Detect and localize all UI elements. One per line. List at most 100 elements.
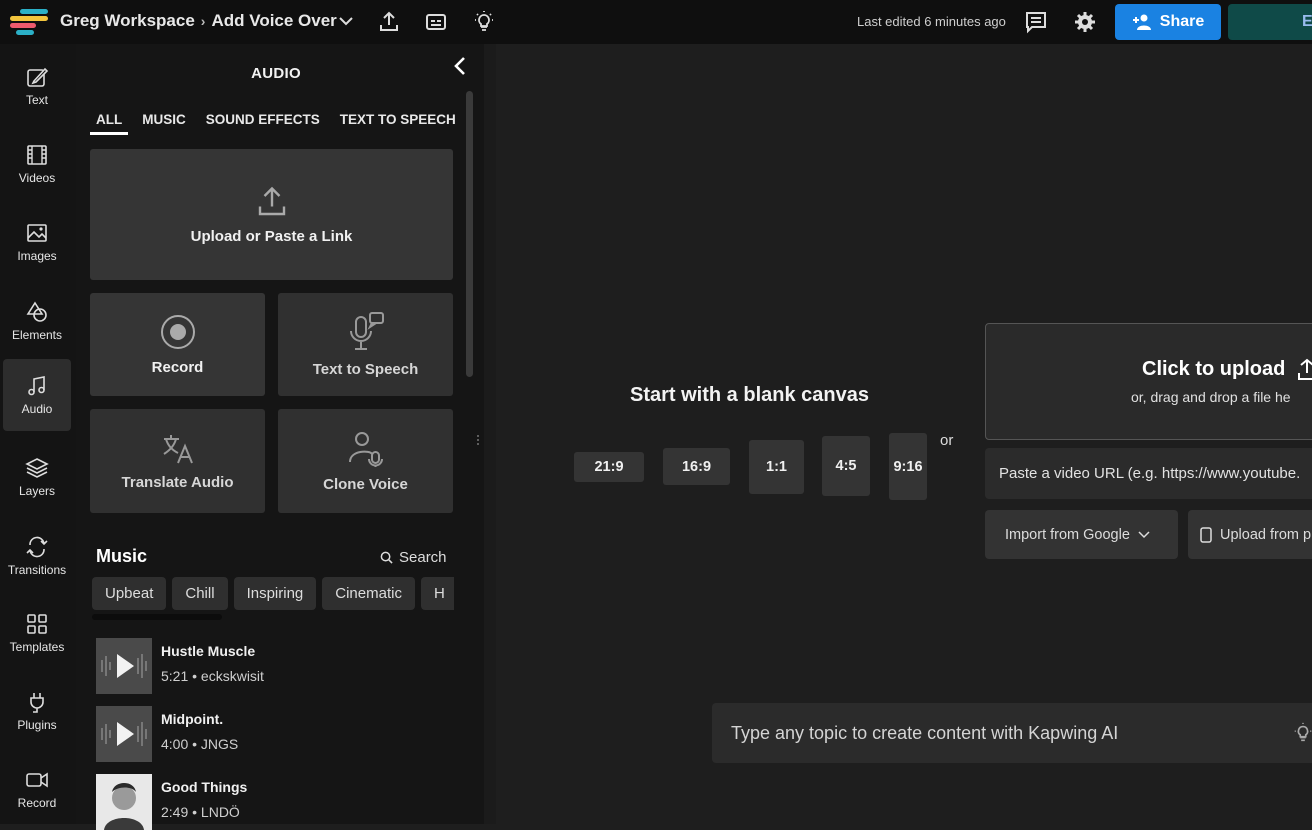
- sidebar-item-label: Images: [17, 249, 57, 263]
- sidebar-item-label: Layers: [18, 484, 56, 498]
- panel-scrollbar[interactable]: [466, 91, 473, 377]
- video-url-input[interactable]: Paste a video URL (e.g. https://www.yout…: [985, 448, 1312, 499]
- sidebar-item-label: Videos: [18, 171, 56, 185]
- upload-icon: [258, 186, 285, 216]
- track-meta: 5:21 • eckskwisit: [161, 668, 264, 684]
- translate-audio-button[interactable]: Translate Audio: [90, 409, 265, 513]
- upload-subtext: or, drag and drop a file he: [1131, 389, 1291, 405]
- clone-voice-label: Clone Voice: [323, 475, 408, 493]
- text-to-speech-button[interactable]: Text to Speech: [278, 293, 453, 396]
- record-icon: [160, 315, 195, 349]
- upload-dropzone[interactable]: Click to upload or, drag and drop a file…: [985, 323, 1312, 440]
- upload-from-label: Upload from p: [1220, 526, 1312, 543]
- gear-icon[interactable]: [1073, 10, 1097, 34]
- or-label: or: [940, 432, 954, 449]
- track-name: Good Things: [161, 779, 248, 795]
- drag-dots-icon: [477, 435, 479, 445]
- panel-title: AUDIO: [251, 65, 301, 82]
- chip-chill[interactable]: Chill: [172, 577, 228, 610]
- record-label: Record: [151, 359, 204, 376]
- tts-label: Text to Speech: [312, 361, 419, 378]
- sidebar-item-record[interactable]: Record: [3, 753, 71, 825]
- chip-cinematic[interactable]: Cinematic: [322, 577, 415, 610]
- share-button[interactable]: Share: [1115, 4, 1221, 40]
- tab-all[interactable]: ALL: [90, 112, 129, 135]
- sidebar-item-layers[interactable]: Layers: [3, 441, 71, 513]
- grid-icon: [27, 614, 47, 634]
- ratio-4-5-button[interactable]: 4:5: [822, 436, 870, 496]
- sidebar-item-label: Elements: [11, 328, 63, 342]
- waveform-play-icon: [101, 722, 147, 746]
- tab-sound-effects[interactable]: SOUND EFFECTS: [200, 112, 326, 135]
- sidebar-item-plugins[interactable]: Plugins: [3, 675, 71, 747]
- ratio-16-9-button[interactable]: 16:9: [663, 448, 730, 485]
- lightbulb-icon[interactable]: [472, 10, 496, 34]
- panel-resize-handle[interactable]: [477, 44, 496, 824]
- breadcrumb-separator: ›: [200, 13, 206, 29]
- sidebar-item-label: Audio: [21, 402, 53, 416]
- sidebar-item-elements[interactable]: Elements: [3, 285, 71, 357]
- ai-prompt-placeholder: Type any topic to create content with Ka…: [731, 723, 1119, 743]
- chip-h[interactable]: H: [420, 577, 454, 610]
- list-item[interactable]: Hustle Muscle 5:21 • eckskwisit: [96, 638, 456, 694]
- audio-panel: AUDIO ALL MUSIC SOUND EFFECTS TEXT TO SP…: [76, 44, 484, 830]
- sidebar-item-label: Templates: [9, 640, 65, 654]
- comment-icon[interactable]: [1024, 10, 1048, 34]
- track-name: Midpoint.: [161, 711, 224, 727]
- search-icon: [380, 551, 393, 564]
- genre-chips: Upbeat Chill Inspiring Cinematic H: [92, 577, 454, 611]
- subtitles-icon[interactable]: [424, 10, 448, 34]
- sidebar-item-label: Record: [17, 796, 57, 810]
- film-icon: [27, 145, 47, 165]
- music-heading: Music: [96, 546, 148, 566]
- chip-inspiring[interactable]: Inspiring: [233, 577, 317, 610]
- chevron-left-icon[interactable]: [451, 56, 469, 76]
- sidebar-item-transitions[interactable]: Transitions: [3, 520, 71, 592]
- ratio-21-9-button[interactable]: 21:9: [574, 452, 644, 482]
- export-button[interactable]: E: [1228, 4, 1312, 40]
- chip-upbeat[interactable]: Upbeat: [92, 577, 167, 610]
- ratio-9-16-button[interactable]: 9:16: [889, 433, 927, 500]
- track-meta: 2:49 • LNDÖ: [161, 804, 240, 820]
- chips-scrollbar[interactable]: [92, 614, 222, 620]
- sidebar-item-templates[interactable]: Templates: [3, 597, 71, 669]
- chevron-down-icon[interactable]: [338, 13, 354, 29]
- share-label: Share: [1159, 13, 1205, 30]
- layers-icon: [25, 458, 49, 478]
- tab-music[interactable]: MUSIC: [136, 112, 192, 135]
- sidebar-item-text[interactable]: Text: [3, 50, 71, 122]
- upload-icon[interactable]: [377, 10, 401, 34]
- breadcrumb: Greg Workspace › Add Voice Over: [60, 11, 337, 31]
- ratio-1-1-button[interactable]: 1:1: [749, 440, 804, 494]
- camera-icon: [26, 772, 48, 788]
- tab-text-to-speech[interactable]: TEXT TO SPEECH: [334, 112, 462, 135]
- ai-prompt-input[interactable]: Type any topic to create content with Ka…: [712, 703, 1312, 763]
- lightbulb-icon[interactable]: [1292, 722, 1312, 744]
- last-edited-status: Last edited 6 minutes ago: [857, 14, 1006, 29]
- chevron-down-icon: [1138, 530, 1150, 538]
- workspace-link[interactable]: Greg Workspace: [60, 11, 195, 30]
- sidebar-item-images[interactable]: Images: [3, 206, 71, 278]
- sidebar-item-videos[interactable]: Videos: [3, 128, 71, 200]
- shapes-icon: [26, 301, 47, 322]
- project-title[interactable]: Add Voice Over: [211, 11, 336, 30]
- upload-audio-button[interactable]: Upload or Paste a Link: [90, 149, 453, 280]
- list-item[interactable]: Good Things 2:49 • LNDÖ: [96, 774, 456, 830]
- list-item[interactable]: Midpoint. 4:00 • JNGS: [96, 706, 456, 762]
- search-label: Search: [399, 549, 447, 566]
- clone-voice-button[interactable]: Clone Voice: [278, 409, 453, 513]
- blank-canvas-title: Start with a blank canvas: [630, 384, 869, 406]
- import-google-button[interactable]: Import from Google: [985, 510, 1178, 559]
- upload-from-phone-button[interactable]: Upload from p: [1188, 510, 1312, 559]
- sidebar-item-label: Plugins: [17, 718, 57, 732]
- microphone-speech-icon: [349, 312, 384, 350]
- kapwing-logo-icon[interactable]: [10, 9, 48, 35]
- sidebar-item-label: Transitions: [7, 563, 67, 577]
- record-button[interactable]: Record: [90, 293, 265, 396]
- left-sidebar: Text Videos Images Elements Audio Layers…: [0, 44, 76, 824]
- image-icon: [27, 224, 47, 242]
- add-person-icon: [1132, 14, 1151, 30]
- music-search-button[interactable]: Search: [380, 549, 447, 566]
- upload-title: Click to upload: [1142, 358, 1286, 380]
- sidebar-item-audio[interactable]: Audio: [3, 359, 71, 431]
